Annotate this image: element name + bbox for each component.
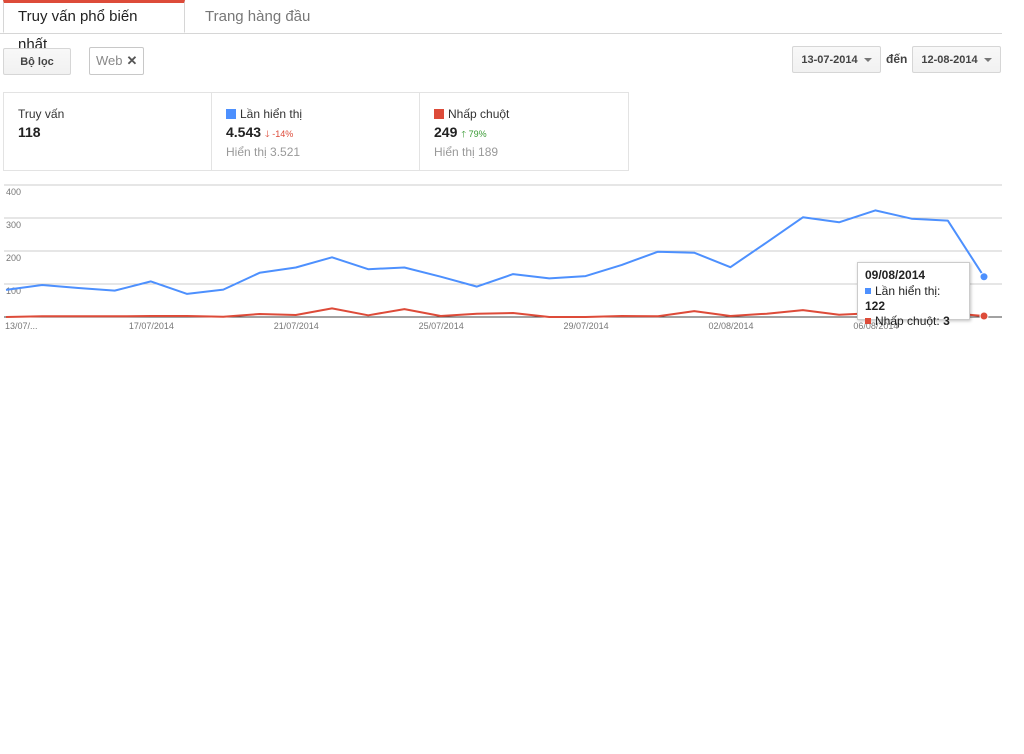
impressions-line	[5, 209, 985, 295]
close-icon[interactable]: ✕	[127, 53, 138, 68]
arrow-down-icon: 🡓	[265, 129, 270, 139]
tooltip-date: 09/08/2014	[865, 268, 926, 282]
x-tick-label: 02/08/2014	[708, 321, 753, 331]
stat-impressions-label: Lần hiển thị	[240, 107, 303, 121]
x-tick-label: 29/07/2014	[564, 321, 609, 331]
clicks-swatch	[434, 109, 444, 119]
highlight-point	[979, 311, 989, 321]
impressions-swatch	[226, 109, 236, 119]
stat-queries-label: Truy vấn	[18, 107, 65, 121]
x-tick-label: 25/07/2014	[419, 321, 464, 331]
highlight-point	[979, 272, 989, 282]
chevron-down-icon	[983, 58, 992, 63]
stat-impressions[interactable]: Lần hiển thị 4.543 🡓 -14% Hiển thị 3.521	[212, 93, 420, 170]
y-tick-label: 200	[6, 253, 21, 263]
date-range-separator: đến	[886, 52, 908, 66]
clicks-change: 79%	[468, 129, 487, 139]
tooltip-clicks-label: Nhấp chuột:	[875, 314, 940, 328]
tab-bar: Truy vấn phổ biến nhất Trang hàng đầu	[0, 0, 1002, 53]
chevron-down-icon	[863, 58, 872, 63]
line-chart[interactable]: 40030020010013/07/... 17/07/2014 21/07/201…	[0, 180, 1004, 340]
stat-queries-value: 118	[18, 124, 41, 140]
tab-top-pages[interactable]: Trang hàng đầu	[191, 0, 324, 33]
stat-queries[interactable]: Truy vấn 118	[4, 93, 212, 170]
filter-button[interactable]: Bộ lọc	[3, 48, 71, 75]
chip-label: Web	[96, 53, 123, 68]
tooltip-impressions-value: 122	[865, 299, 886, 313]
impressions-swatch	[865, 288, 871, 294]
clicks-line	[5, 307, 985, 318]
date-to-dropdown[interactable]: 12-08-2014	[912, 46, 1001, 73]
stats-panel: Truy vấn 118 Lần hiển thị 4.543 🡓 -14% Hi…	[3, 92, 629, 171]
tooltip-clicks-value: 3	[943, 314, 950, 328]
stat-clicks-sub: Hiển thị 189	[434, 145, 499, 159]
y-tick-label: 400	[6, 187, 21, 197]
stat-impressions-value: 4.543	[226, 124, 262, 140]
tab-top-queries[interactable]: Truy vấn phổ biến nhất	[3, 0, 185, 53]
chart-tooltip: 09/08/2014 Lần hiển thị: 122 Nhấp chuột:…	[857, 262, 970, 328]
date-from-dropdown[interactable]: 13-07-2014	[792, 46, 881, 73]
date-from-value: 13-07-2014	[801, 54, 858, 66]
web-filter-chip: Web ✕	[89, 47, 145, 75]
stat-clicks-label: Nhấp chuột	[448, 107, 510, 121]
y-tick-label: 300	[6, 220, 21, 230]
stat-clicks[interactable]: Nhấp chuột 249 🡑 79% Hiển thị 189	[420, 93, 628, 170]
date-to-value: 12-08-2014	[921, 54, 978, 66]
tooltip-impressions-label: Lần hiển thị:	[875, 284, 941, 298]
x-tick-label: 13/07/...	[5, 321, 38, 331]
clicks-swatch	[865, 318, 871, 324]
stat-impressions-sub: Hiển thị 3.521	[226, 145, 301, 159]
x-tick-label: 17/07/2014	[129, 321, 174, 331]
x-tick-label: 21/07/2014	[274, 321, 319, 331]
impressions-change: -14%	[272, 129, 294, 139]
stat-clicks-value: 249	[434, 124, 458, 140]
arrow-up-icon: 🡑	[461, 129, 467, 139]
